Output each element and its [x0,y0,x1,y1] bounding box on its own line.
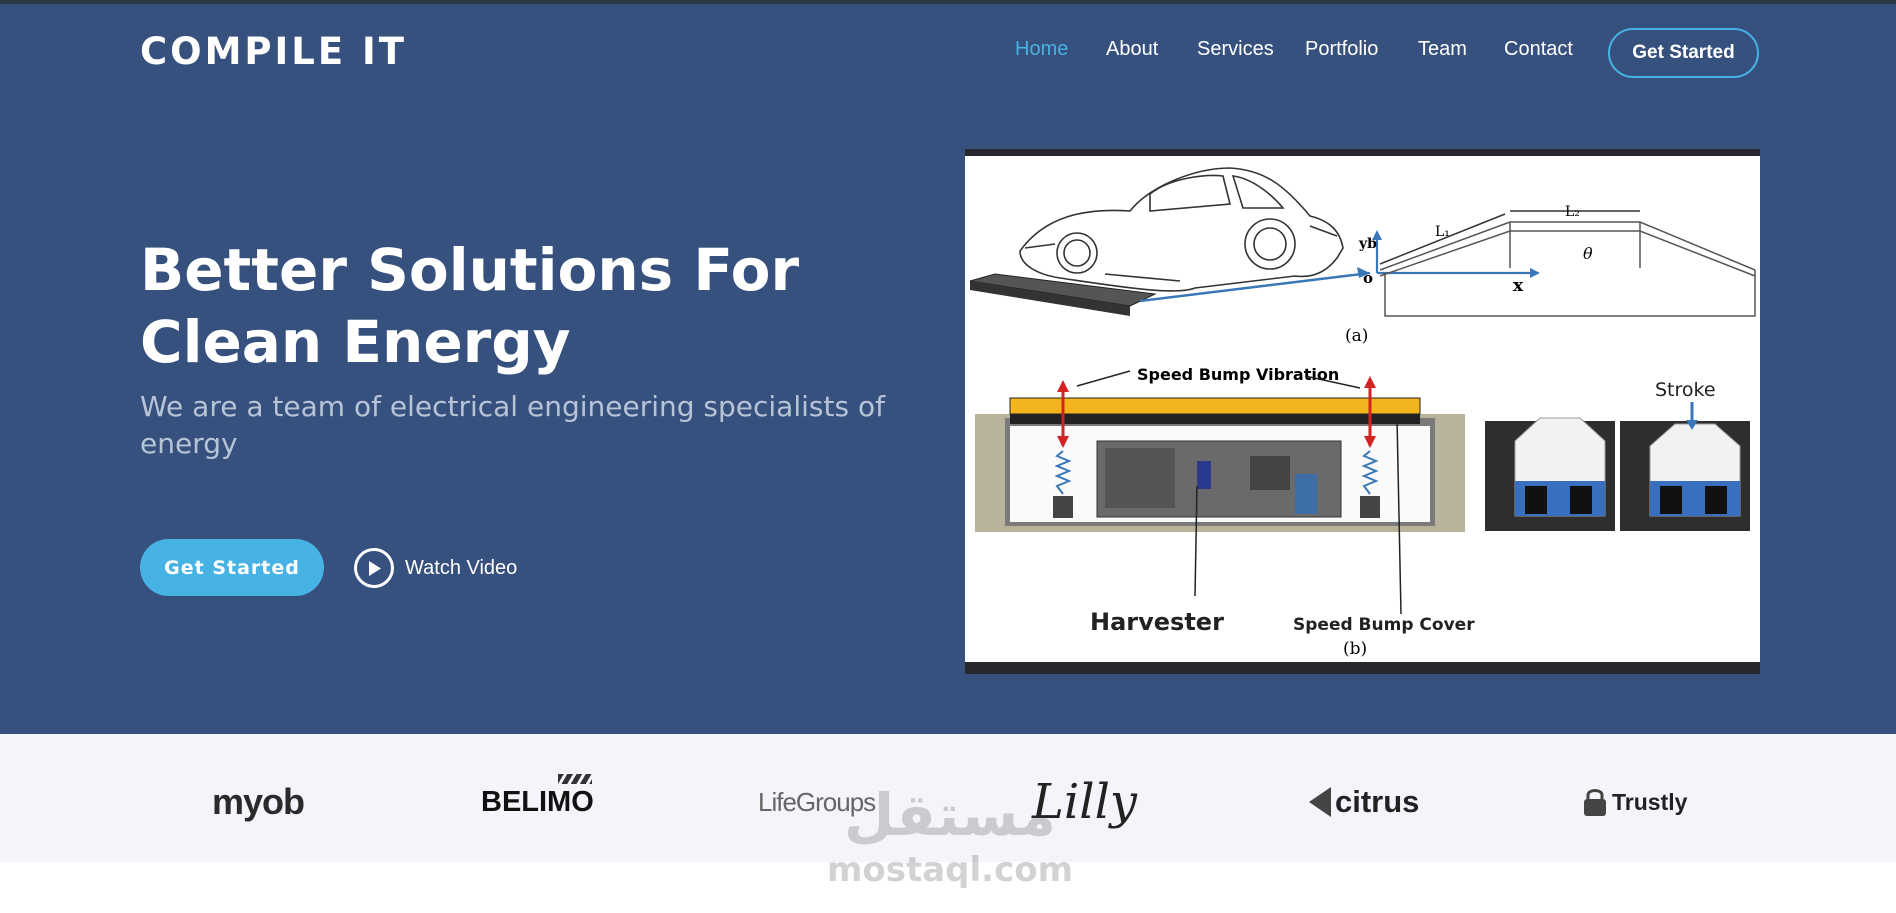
watch-video-label: Watch Video [405,556,518,579]
label-harvester: Harvester [1090,608,1224,636]
citrus-mark-icon [1309,787,1331,817]
label-x: x [1513,276,1524,296]
hero-title: Better Solutions For Clean Energy [140,236,800,376]
header-get-started-button[interactable]: Get Started [1608,28,1759,78]
watermark-domain: mostaql.com [826,850,1074,890]
client-logo-myob[interactable]: myob [212,772,305,832]
hero-get-started-button[interactable]: Get Started [140,539,324,596]
speed-bump-harvester-diagram: yb o x L₁ L₂ θ (a) Speed Bump Vibration [969,167,1756,659]
client-name-citrus: citrus [1335,784,1420,819]
nav-services[interactable]: Services [1197,38,1274,61]
watch-video-button[interactable]: Watch Video [354,547,517,589]
site-logo[interactable]: COMPILE IT [140,30,407,73]
client-logo-trustly[interactable]: Trustly [1582,772,1687,832]
client-name-belimo: BELIMO [481,773,594,819]
label-theta: θ [1583,244,1593,263]
nav-home[interactable]: Home [1015,38,1068,61]
mostaql-watermark: مستقل mostaql.com [820,780,1080,900]
label-speed-bump-cover: Speed Bump Cover [1293,615,1475,635]
client-name-trustly: Trustly [1612,788,1688,815]
label-o: o [1363,269,1373,287]
label-l1: L₁ [1435,224,1450,240]
vector-arrow [1139,271,1371,303]
trustly-lock-icon [1584,789,1606,816]
stroke-cross-sections [1485,417,1750,531]
client-logo-citrus[interactable]: citrus [1307,772,1419,832]
label-speed-bump-vibration: Speed Bump Vibration [1137,365,1339,384]
nav-portfolio[interactable]: Portfolio [1305,38,1378,61]
car-outline [1019,167,1344,292]
hero-section: COMPILE IT Home About Services Portfolio… [0,4,1896,734]
nav-team[interactable]: Team [1418,38,1467,61]
watermark-arabic: مستقل [843,781,1057,849]
speed-bump-block [969,273,1157,316]
label-panel-b: (b) [1343,639,1367,659]
client-name-myob: myob [212,781,305,822]
label-panel-a: (a) [1345,326,1368,346]
nav-about[interactable]: About [1106,38,1158,61]
hero-subtitle: We are a team of electrical engineering … [140,390,885,460]
client-logo-belimo[interactable]: BELIMO [481,772,594,832]
harvester-housing [975,397,1465,532]
label-yb: yb [1358,236,1377,252]
label-l2: L₂ [1565,204,1580,220]
label-stroke: Stroke [1655,379,1716,401]
nav-contact[interactable]: Contact [1504,38,1573,61]
belimo-mark-icon [557,773,592,784]
play-circle-icon[interactable] [354,548,394,588]
hero-figure: yb o x L₁ L₂ θ (a) Speed Bump Vibration [965,149,1760,674]
